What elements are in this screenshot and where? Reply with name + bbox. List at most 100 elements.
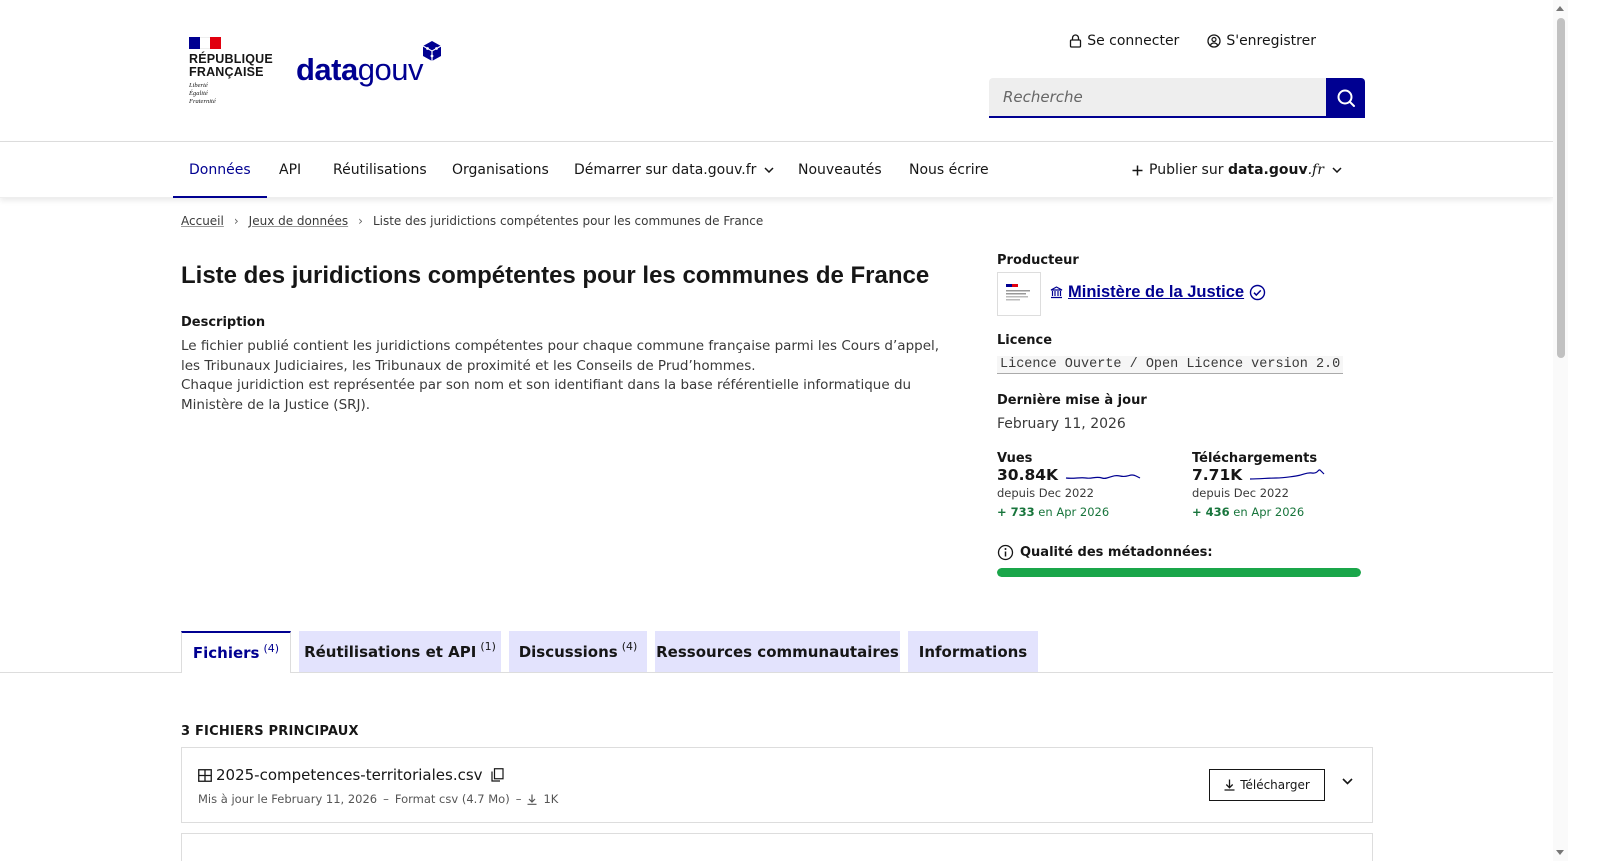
description-label: Description	[181, 315, 266, 330]
breadcrumb: Accueil › Jeux de données › Liste des ju…	[181, 214, 763, 228]
login-label: Se connecter	[1087, 33, 1180, 49]
views-delta: + 733 en Apr 2026	[997, 505, 1142, 519]
scroll-thumb[interactable]	[1557, 18, 1565, 358]
copy-icon[interactable]	[490, 768, 504, 782]
tab-discussions-count: (4)	[621, 640, 638, 653]
downloads-sparkline	[1250, 469, 1325, 480]
file-downloads: 1K	[543, 792, 559, 806]
meta-separator: –	[515, 792, 522, 806]
tab-reutilisations-count: (1)	[480, 640, 496, 653]
login-link[interactable]: Se connecter	[1069, 33, 1179, 49]
chevron-down-icon	[1332, 167, 1342, 173]
nav-reutilisations[interactable]: Réutilisations	[333, 142, 427, 198]
tab-informations[interactable]: Informations	[908, 631, 1038, 672]
chevron-down-icon[interactable]	[1342, 778, 1353, 785]
logo-gouv-text: gouv	[357, 52, 424, 87]
files-section-title: 3 FICHIERS PRINCIPAUX	[181, 724, 359, 739]
scroll-up-arrow-icon[interactable]	[1556, 6, 1564, 11]
download-button[interactable]: Télécharger	[1209, 769, 1325, 801]
breadcrumb-datasets[interactable]: Jeux de données	[249, 214, 348, 228]
register-link[interactable]: S'enregistrer	[1207, 33, 1316, 49]
description-paragraph-1: Le fichier publié contient les juridicti…	[181, 338, 940, 374]
devise-1: Liberté	[189, 82, 208, 89]
search-button[interactable]	[1326, 78, 1365, 118]
file-name: 2025-competences-territoriales.csv	[216, 766, 483, 784]
datagouv-logo[interactable]: data gouv	[296, 40, 443, 88]
producer-logo[interactable]	[997, 272, 1041, 316]
tab-reutilisations[interactable]: Réutilisations et API (1)	[299, 631, 501, 672]
producer: Ministère de la Justice	[1050, 283, 1266, 302]
views-label: Vues	[997, 451, 1033, 466]
republique-francaise-logo[interactable]: RÉPUBLIQUE FRANÇAISE Liberté Égalité Fra…	[189, 37, 273, 106]
licence-value[interactable]: Licence Ouverte / Open Licence version 2…	[997, 356, 1344, 374]
download-icon	[1224, 779, 1235, 791]
scroll-down-arrow-icon[interactable]	[1556, 850, 1564, 855]
search-bar	[989, 78, 1365, 118]
page-scrollbar[interactable]	[1553, 0, 1568, 861]
nav-organisations[interactable]: Organisations	[452, 142, 549, 198]
download-icon	[527, 794, 537, 805]
licence-label: Licence	[997, 333, 1053, 348]
download-label: Télécharger	[1240, 778, 1310, 792]
producer-link[interactable]: Ministère de la Justice	[1068, 283, 1244, 302]
chevron-down-icon	[764, 167, 774, 173]
tab-discussions-label: Discussions	[518, 642, 618, 661]
views-value: 30.84K	[997, 466, 1059, 484]
producer-label: Producteur	[997, 253, 1079, 268]
main-nav: Données API Réutilisations Organisations…	[0, 142, 1553, 198]
quality-label-row: Qualité des métadonnées:	[997, 544, 1213, 561]
search-input[interactable]	[989, 78, 1326, 118]
downloads-label: Téléchargements	[1192, 451, 1318, 466]
breadcrumb-home[interactable]: Accueil	[181, 214, 224, 228]
page-title: Liste des juridictions compétentes pour …	[181, 262, 930, 289]
publish-prefix: Publier sur	[1149, 162, 1228, 178]
devise-2: Égalité	[189, 90, 208, 97]
views-delta-period: en Apr 2026	[1034, 505, 1110, 519]
rf-line-2: FRANÇAISE	[189, 65, 264, 79]
site-header: RÉPUBLIQUE FRANÇAISE Liberté Égalité Fra…	[0, 0, 1553, 142]
publish-brand: data.gouv	[1227, 162, 1308, 178]
verified-badge-icon	[1249, 284, 1266, 301]
info-icon[interactable]	[997, 544, 1014, 561]
publish-menu[interactable]: Publier sur data.gouv .fr	[1132, 142, 1342, 198]
file-updated: Mis à jour le February 11, 2026	[198, 792, 378, 806]
downloads-delta-value: + 436	[1192, 505, 1230, 519]
search-icon	[1337, 89, 1355, 107]
logo-data-text: data	[296, 52, 358, 87]
tab-ressources-communautaires[interactable]: Ressources communautaires	[655, 631, 900, 672]
quality-bar-fill	[997, 568, 1361, 577]
nav-nous-ecrire[interactable]: Nous écrire	[909, 142, 989, 198]
updated-label: Dernière mise à jour	[997, 393, 1147, 408]
downloads-since: depuis Dec 2022	[1192, 486, 1289, 500]
views-delta-value: + 733	[997, 505, 1035, 519]
ministere-logo-icon	[1006, 284, 1030, 301]
downloads-delta: + 436 en Apr 2026	[1192, 505, 1326, 519]
updated-value: February 11, 2026	[997, 416, 1126, 432]
file-card: 2025-competences-territoriales.csv Mis à…	[181, 747, 1373, 823]
tab-discussions[interactable]: Discussions (4)	[509, 631, 647, 672]
tab-reutilisations-label: Réutilisations et API	[304, 642, 477, 661]
tab-fichiers-count: (4)	[263, 641, 280, 655]
devise-3: Fraternité	[189, 98, 216, 105]
file-format: Format csv (4.7 Mo)	[394, 792, 510, 806]
file-card	[181, 833, 1373, 861]
tab-fichiers-label: Fichiers	[192, 644, 260, 662]
nav-demarrer[interactable]: Démarrer sur data.gouv.fr	[574, 142, 774, 198]
register-label: S'enregistrer	[1226, 33, 1316, 49]
lock-icon	[1070, 34, 1082, 48]
views-stat: Vues 30.84K depuis Dec 2022 + 733 en Apr…	[997, 451, 1142, 519]
nav-api[interactable]: API	[279, 142, 301, 198]
nav-donnees[interactable]: Données	[173, 142, 267, 198]
flag-icon	[189, 37, 222, 49]
cube-icon	[422, 41, 442, 61]
chevron-right-icon: ›	[233, 214, 239, 228]
downloads-value: 7.71K	[1192, 466, 1243, 484]
quality-label: Qualité des métadonnées:	[1020, 545, 1213, 560]
downloads-delta-period: en Apr 2026	[1229, 505, 1305, 519]
plus-icon	[1132, 165, 1143, 175]
description-paragraph-2: Chaque juridiction est représentée par s…	[181, 377, 912, 413]
tab-fichiers[interactable]: Fichiers (4)	[181, 631, 291, 673]
nav-nouveautes[interactable]: Nouveautés	[798, 142, 882, 198]
table-icon	[198, 768, 212, 782]
downloads-stat: Téléchargements 7.71K depuis Dec 2022 + …	[1192, 451, 1326, 519]
